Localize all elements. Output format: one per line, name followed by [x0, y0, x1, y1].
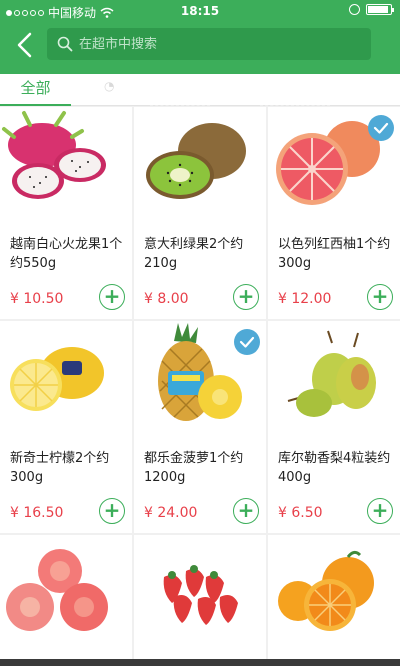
product-name: 意大利绿果2个约210g	[144, 237, 244, 271]
product-price: ¥ 10.50	[10, 291, 64, 307]
product-name: 越南白心火龙果1个约550g	[10, 237, 123, 271]
product-price: ¥ 12.00	[278, 291, 332, 307]
rotation-lock-icon	[349, 4, 360, 15]
product-card[interactable]	[0, 535, 132, 659]
add-to-cart-button[interactable]: +	[367, 284, 393, 310]
selected-check-icon[interactable]	[368, 115, 394, 141]
selected-check-icon[interactable]	[234, 329, 260, 355]
product-card[interactable]	[134, 535, 266, 659]
tab-faded	[260, 74, 330, 106]
add-to-cart-button[interactable]: +	[99, 498, 125, 524]
product-price: ¥ 24.00	[144, 505, 198, 521]
pear-image	[287, 330, 376, 417]
bottom-bar	[0, 659, 400, 666]
product-card[interactable]: 意大利绿果2个约210g ¥ 8.00 +	[134, 107, 266, 319]
search-bar[interactable]	[47, 28, 371, 60]
tab-all[interactable]: 全部	[0, 74, 71, 106]
product-name: 库尔勒香梨4粒装约400g	[278, 451, 391, 485]
orange-image	[278, 550, 374, 631]
add-to-cart-button[interactable]: +	[233, 498, 259, 524]
back-button[interactable]	[10, 28, 40, 62]
search-input[interactable]	[79, 34, 359, 54]
product-grid: 越南白心火龙果1个约550g ¥ 10.50 + 意大利绿果2个约210g ¥ …	[0, 107, 400, 659]
add-to-cart-button[interactable]: +	[367, 498, 393, 524]
product-price: ¥ 8.00	[144, 291, 189, 307]
app-header: 中国移动 18:15	[0, 0, 400, 74]
product-name: 以色列红西柚1个约300g	[278, 237, 391, 271]
add-to-cart-button[interactable]: +	[99, 284, 125, 310]
product-card[interactable]	[268, 535, 400, 659]
product-card[interactable]: 库尔勒香梨4粒装约400g ¥ 6.50 +	[268, 321, 400, 533]
product-card[interactable]: 新奇士柠檬2个约300g ¥ 16.50 +	[0, 321, 132, 533]
chevron-left-icon	[17, 32, 32, 58]
dragon-fruit-image	[2, 111, 106, 199]
product-card[interactable]: 越南白心火龙果1个约550g ¥ 10.50 +	[0, 107, 132, 319]
product-name: 都乐金菠萝1个约1200g	[144, 451, 244, 485]
product-card[interactable]: 都乐金菠萝1个约1200g ¥ 24.00 +	[134, 321, 266, 533]
apple-image	[6, 549, 108, 631]
category-tabs: 全部 ◔	[0, 74, 400, 106]
product-card[interactable]: 以色列红西柚1个约300g ¥ 12.00 +	[268, 107, 400, 319]
add-to-cart-button[interactable]: +	[233, 284, 259, 310]
battery-icon	[366, 4, 394, 15]
kiwi-image	[146, 123, 246, 199]
strawberry-image	[163, 565, 238, 625]
clock: 18:15	[180, 4, 220, 18]
product-price: ¥ 6.50	[278, 505, 323, 521]
product-name: 新奇士柠檬2个约300g	[10, 451, 110, 485]
tab-faded-icon: ◔	[104, 79, 115, 93]
search-icon	[57, 36, 73, 52]
status-bar: 中国移动 18:15	[0, 0, 400, 22]
product-price: ¥ 16.50	[10, 505, 64, 521]
lemon-image	[10, 347, 104, 411]
tab-faded	[150, 74, 210, 106]
